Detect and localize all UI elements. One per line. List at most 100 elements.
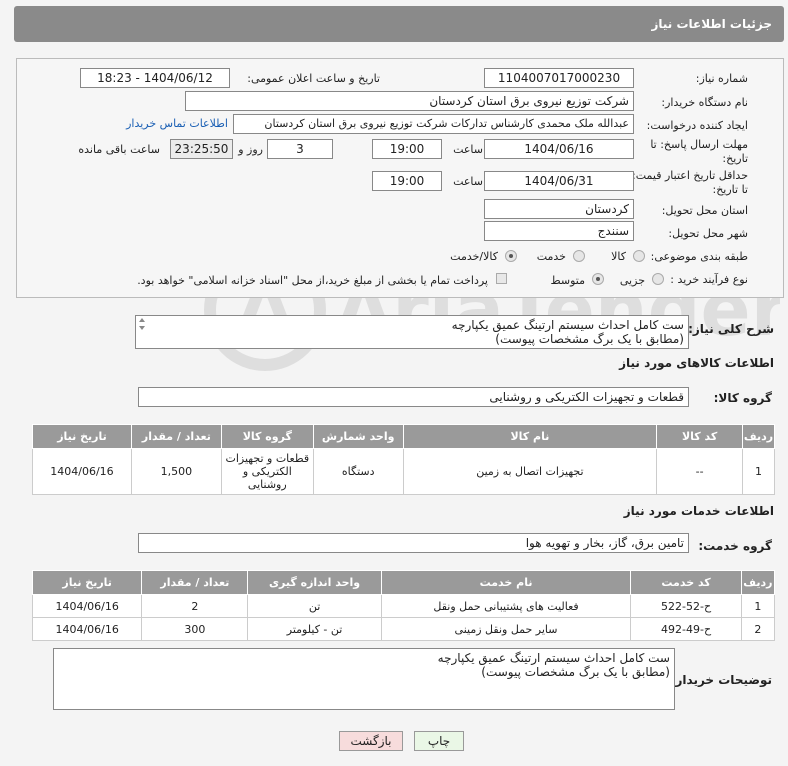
buyer-notes-line-2: (مطابق با یک برگ مشخصات پیوست) (481, 665, 670, 679)
col-name: نام کالا (402, 424, 658, 449)
page-title: جزئیات اطلاعات نیاز (651, 17, 772, 31)
payment-note: پرداخت تمام یا بخشی از مبلغ خرید،از محل … (137, 274, 488, 287)
validity-date-field: 1404/06/31 (484, 171, 634, 191)
cell-group-line-1: قطعات و تجهیزات (225, 452, 310, 465)
category-goods-label: کالا (611, 250, 626, 263)
days-label: روز و (238, 143, 263, 156)
days-field: 3 (267, 139, 333, 159)
cell-group-line-3: روشنایی (247, 478, 287, 491)
services-section-title: اطلاعات خدمات مورد نیاز (623, 504, 774, 518)
cell-name: فعالیت های پشتیبانی حمل ونقل (380, 594, 632, 618)
goods-group-label: گروه کالا: (713, 391, 772, 405)
cell-unit: تن (247, 594, 382, 618)
cell-qty: 2 (141, 594, 249, 618)
category-radio-service[interactable] (573, 250, 585, 262)
creator-label: ایجاد کننده درخواست: (646, 119, 748, 132)
col-qty: تعداد / مقدار (141, 570, 249, 595)
cell-date: 1404/06/16 (31, 594, 143, 618)
general-desc-textarea[interactable]: ست کامل احداث سیستم ارتینگ عمیق یکپارچه … (135, 315, 689, 349)
col-row: ردیف (740, 570, 776, 595)
col-date: تاریخ نیاز (32, 424, 132, 449)
general-desc-line-1: ست کامل احداث سیستم ارتینگ عمیق یکپارچه (451, 318, 684, 332)
validity-label-date: تا تاریخ: (712, 183, 748, 196)
province-field: کردستان (484, 199, 634, 219)
table-row: 2 ح-49-492 سایر حمل ونقل زمینی تن - کیلو… (31, 617, 776, 641)
cell-name: سایر حمل ونقل زمینی (380, 617, 632, 641)
cell-group: قطعات و تجهیزات الکتریکی و روشنایی (220, 448, 314, 495)
col-unit: واحد اندازه گیری (247, 570, 382, 595)
col-code: کد خدمت (630, 570, 742, 595)
cell-name: تجهیزات اتصال به زمین (402, 448, 658, 495)
buyer-notes-label: توضیحات خریدار: (670, 673, 772, 687)
deadline-time-field: 19:00 (372, 139, 442, 159)
goods-section-title: اطلاعات کالاهای مورد نیاز (619, 356, 774, 370)
general-desc-line-2: (مطابق با یک برگ مشخصات پیوست) (495, 332, 684, 346)
announce-label: تاریخ و ساعت اعلان عمومی: (247, 72, 380, 85)
category-radio-goods-service[interactable] (505, 250, 517, 262)
col-unit: واحد شمارش (312, 424, 404, 449)
deadline-label-date: تاریخ: (722, 152, 748, 165)
page: جزئیات اطلاعات نیاز AriaTender.neT شماره… (0, 0, 788, 766)
buyer-notes-line-1: ست کامل احداث سیستم ارتینگ عمیق یکپارچه (437, 651, 670, 665)
services-group-label: گروه خدمت: (698, 539, 772, 553)
cell-row: 2 (740, 617, 776, 641)
validity-time-field: 19:00 (372, 171, 442, 191)
deadline-date-field: 1404/06/16 (484, 139, 634, 159)
need-number-field: 1104007017000230 (484, 68, 634, 88)
remaining-time-field: 23:25:50 (170, 139, 233, 159)
buyer-contact-link[interactable]: اطلاعات تماس خریدار (126, 117, 228, 130)
services-group-field: تامین برق، گاز، بخار و تهویه هوا (138, 533, 689, 553)
process-radio-medium[interactable] (592, 273, 604, 285)
category-radio-goods[interactable] (633, 250, 645, 262)
category-goods-service-label: کالا/خدمت (450, 250, 498, 263)
col-group: گروه کالا (220, 424, 314, 449)
cell-unit: دستگاه (312, 448, 404, 495)
cell-date: 1404/06/16 (32, 448, 132, 495)
creator-field: عبدالله ملک محمدی کارشناس تدارکات شرکت ت… (233, 114, 634, 134)
col-name: نام خدمت (380, 570, 632, 595)
cell-row: 1 (742, 448, 775, 495)
buyer-org-label: نام دستگاه خریدار: (661, 96, 748, 109)
col-qty: تعداد / مقدار (130, 424, 222, 449)
cell-row: 1 (740, 594, 776, 618)
col-date: تاریخ نیاز (31, 570, 143, 595)
table-row: 1 -- تجهیزات اتصال به زمین دستگاه قطعات … (32, 448, 775, 495)
category-service-label: خدمت (536, 250, 566, 263)
process-minor-label: جزیی (619, 274, 645, 287)
city-label: شهر محل تحویل: (668, 227, 748, 240)
goods-table: ردیف کد کالا نام کالا واحد شمارش گروه کا… (32, 424, 775, 495)
col-code: کد کالا (656, 424, 744, 449)
page-header: جزئیات اطلاعات نیاز (14, 6, 784, 42)
cell-group-line-2: الکتریکی و (242, 465, 292, 478)
services-table-header: ردیف کد خدمت نام خدمت واحد اندازه گیری ت… (31, 570, 776, 595)
validity-time-label: ساعت (453, 175, 483, 188)
cell-code: -- (656, 448, 744, 495)
payment-checkbox[interactable] (496, 273, 507, 284)
process-label: نوع فرآیند خرید : (670, 273, 748, 286)
general-desc-label: شرح کلی نیاز: (688, 322, 774, 336)
validity-label: حداقل تاریخ اعتبار قیمت: (632, 169, 748, 182)
back-button[interactable]: بازگشت (339, 731, 403, 751)
print-button[interactable]: چاپ (414, 731, 464, 751)
cell-unit: تن - کیلومتر (247, 617, 382, 641)
process-radio-minor[interactable] (652, 273, 664, 285)
city-field: سنندج (484, 221, 634, 241)
announce-field: 1404/06/12 - 18:23 (80, 68, 230, 88)
buyer-org-field: شرکت توزیع نیروی برق استان کردستان (185, 91, 634, 111)
col-row: ردیف (742, 424, 775, 449)
deadline-time-label: ساعت (453, 143, 483, 156)
province-label: استان محل تحویل: (661, 204, 748, 217)
category-label: طبقه بندی موضوعی: (650, 250, 748, 263)
table-row: 1 ح-52-522 فعالیت های پشتیبانی حمل ونقل … (31, 594, 776, 618)
services-table: ردیف کد خدمت نام خدمت واحد اندازه گیری ت… (31, 570, 776, 641)
remaining-time-label: ساعت باقی مانده (78, 143, 160, 156)
process-medium-label: متوسط (550, 274, 585, 287)
cell-date: 1404/06/16 (31, 617, 143, 641)
deadline-label: مهلت ارسال پاسخ: تا (650, 138, 748, 151)
resize-spinner-icon[interactable] (137, 317, 147, 331)
need-number-label: شماره نیاز: (695, 72, 748, 85)
goods-group-field: قطعات و تجهیزات الکتریکی و روشنایی (138, 387, 689, 407)
cell-code: ح-52-522 (630, 594, 742, 618)
buyer-notes-textarea[interactable]: ست کامل احداث سیستم ارتینگ عمیق یکپارچه … (53, 648, 675, 710)
cell-qty: 300 (141, 617, 249, 641)
